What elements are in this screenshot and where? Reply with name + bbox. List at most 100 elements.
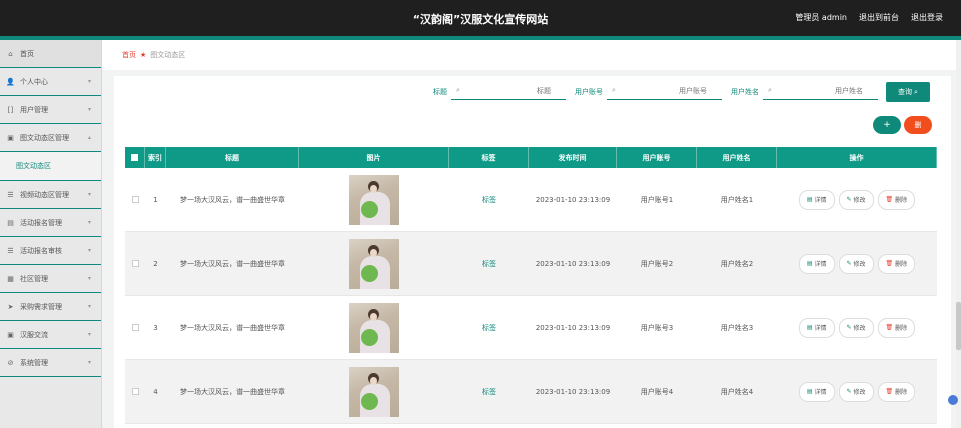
edit-label: 修改 xyxy=(853,389,866,396)
cell-name: 用户姓名2 xyxy=(720,259,754,268)
delete-label: 删除 xyxy=(895,325,908,332)
header-title: 标题 xyxy=(166,147,299,168)
row-checkbox-cell xyxy=(125,296,145,359)
query-button-label: 查询 xyxy=(898,88,913,96)
top-bar-actions: 管理员 admin 退出到前台 退出登录 xyxy=(795,12,943,23)
query-button[interactable]: 查询 ⌕ xyxy=(886,82,930,102)
sidebar-item-image-posts[interactable]: ▣ 图文动态区管理 ▴ xyxy=(0,124,101,152)
row-checkbox[interactable] xyxy=(131,260,139,267)
row-checkbox-cell xyxy=(125,360,145,423)
detail-label: 详情 xyxy=(814,325,827,332)
chevron-down-icon: ▾ xyxy=(87,78,91,85)
edit-icon: ✎ xyxy=(846,388,852,395)
delete-button[interactable]: 🗑 删除 xyxy=(877,189,916,210)
account-search-input[interactable] xyxy=(607,84,707,98)
page-scrollbar[interactable] xyxy=(956,40,961,428)
sidebar-item-label: 用户管理 xyxy=(20,105,48,114)
tag-text: 标签 xyxy=(482,195,496,204)
sidebar-item-users[interactable]: [] 用户管理 ▾ xyxy=(0,96,101,124)
logout-link[interactable]: 退出登录 xyxy=(911,12,943,23)
post-thumbnail[interactable] xyxy=(349,238,399,289)
cell-actions: ▤ 详情 ✎ 修改 🗑 删除 xyxy=(777,232,937,295)
cell-name: 用户姓名3 xyxy=(720,323,754,332)
cell-image xyxy=(299,168,449,231)
cell-tag: 标签 xyxy=(449,360,529,423)
edit-button[interactable]: ✎ 修改 xyxy=(838,381,874,402)
chevron-down-icon: ▾ xyxy=(87,275,91,282)
detail-label: 详情 xyxy=(814,261,827,268)
delete-label: 删除 xyxy=(895,197,908,204)
edit-label: 修改 xyxy=(853,325,866,332)
table-body: 1 梦一场大汉风云，谱一曲盛世华章 标签 2023-01-10 23:13:09 用户账… xyxy=(125,168,937,424)
cell-index: 2 xyxy=(153,259,158,268)
sidebar-item-video-posts[interactable]: ☰ 视频动态区管理 ▾ xyxy=(0,181,101,209)
sidebar-item-hanfu-chat[interactable]: ▣ 汉服交流 ▾ xyxy=(0,321,101,349)
tag-text: 标签 xyxy=(482,323,496,332)
sidebar-item-procurement[interactable]: ➤ 采购需求管理 ▾ xyxy=(0,293,101,321)
sidebar-item-activity-review[interactable]: ☰ 活动报名审核 ▾ xyxy=(0,237,101,265)
sidebar-item-home[interactable]: ⌂ 首页 xyxy=(0,40,101,68)
cell-actions: ▤ 详情 ✎ 修改 🗑 删除 xyxy=(777,296,937,359)
sidebar-item-label: 首页 xyxy=(20,49,34,58)
row-checkbox[interactable] xyxy=(131,196,139,203)
edit-button[interactable]: ✎ 修改 xyxy=(838,317,874,338)
cell-actions: ▤ 详情 ✎ 修改 🗑 删除 xyxy=(777,360,937,423)
cell-time: 2023-01-10 23:13:09 xyxy=(535,195,611,204)
delete-button[interactable]: 🗑 删除 xyxy=(877,381,916,402)
header-index: 索引 xyxy=(145,147,166,168)
delete-button[interactable]: 🗑 删除 xyxy=(877,317,916,338)
sidebar-item-activity-signup[interactable]: ▤ 活动报名管理 ▾ xyxy=(0,209,101,237)
cell-index: 4 xyxy=(153,387,158,396)
edit-button[interactable]: ✎ 修改 xyxy=(838,189,874,210)
user-label: 管理员 admin xyxy=(795,13,847,22)
settings-icon: ⊘ xyxy=(7,358,14,367)
name-search-label: 用户姓名 xyxy=(731,88,759,96)
account-search-field: 用户账号 ⌕ xyxy=(575,84,722,100)
sidebar-subitem-image-posts[interactable]: 图文动态区 xyxy=(0,152,101,181)
breadcrumb-current: 图文动态区 xyxy=(150,51,186,59)
chevron-down-icon: ▾ xyxy=(87,359,91,366)
add-button[interactable]: + xyxy=(873,116,901,134)
edit-button[interactable]: ✎ 修改 xyxy=(838,253,874,274)
breadcrumb-home[interactable]: 首页 xyxy=(122,50,136,60)
title-search-label: 标题 xyxy=(433,88,447,96)
sidebar-item-system[interactable]: ⊘ 系统管理 ▾ xyxy=(0,349,101,377)
header-tag: 标签 xyxy=(449,147,529,168)
detail-icon: ▤ xyxy=(806,196,813,203)
select-all-checkbox[interactable] xyxy=(131,154,138,161)
detail-button[interactable]: ▤ 详情 xyxy=(798,189,835,210)
post-thumbnail[interactable] xyxy=(349,174,399,225)
cell-actions: ▤ 详情 ✎ 修改 🗑 删除 xyxy=(777,168,937,231)
post-thumbnail[interactable] xyxy=(349,366,399,417)
sidebar-item-community[interactable]: ▦ 社区管理 ▾ xyxy=(0,265,101,293)
post-thumbnail[interactable] xyxy=(349,302,399,353)
sidebar-item-label: 视频动态区管理 xyxy=(20,190,69,199)
delete-label: 删除 xyxy=(895,389,908,396)
tag-text: 标签 xyxy=(482,259,496,268)
delete-button[interactable]: 🗑 删除 xyxy=(877,253,916,274)
header-name: 用户姓名 xyxy=(697,147,777,168)
cell-account: 用户账号1 xyxy=(640,195,674,204)
community-icon: ▦ xyxy=(7,274,14,283)
header-actions: 操作 xyxy=(777,147,937,168)
detail-button[interactable]: ▤ 详情 xyxy=(798,381,835,402)
detail-button[interactable]: ▤ 详情 xyxy=(798,317,835,338)
row-checkbox[interactable] xyxy=(131,324,139,331)
batch-delete-button[interactable]: 删 xyxy=(904,116,932,134)
cell-image xyxy=(299,296,449,359)
detail-button[interactable]: ▤ 详情 xyxy=(798,253,835,274)
calendar-icon: ▤ xyxy=(7,218,14,227)
name-search-input[interactable] xyxy=(763,84,863,98)
floating-help-icon[interactable] xyxy=(948,395,958,405)
exit-front-link[interactable]: 退出到前台 xyxy=(859,12,899,23)
sidebar-item-label: 活动报名审核 xyxy=(20,246,62,255)
account-search-label: 用户账号 xyxy=(575,88,603,96)
title-search-input[interactable] xyxy=(451,84,551,98)
main-content: 首页 ★ 图文动态区 标题 ⌕ 用户账号 ⌕ 用户姓名 ⌕ 查询⌕ + 删 索引 xyxy=(102,40,961,428)
detail-label: 详情 xyxy=(814,389,827,396)
row-checkbox[interactable] xyxy=(131,388,139,395)
scrollbar-thumb[interactable] xyxy=(956,302,961,350)
row-checkbox-cell xyxy=(125,232,145,295)
sidebar-item-profile[interactable]: 👤 个人中心 ▾ xyxy=(0,68,101,96)
cell-image xyxy=(299,232,449,295)
